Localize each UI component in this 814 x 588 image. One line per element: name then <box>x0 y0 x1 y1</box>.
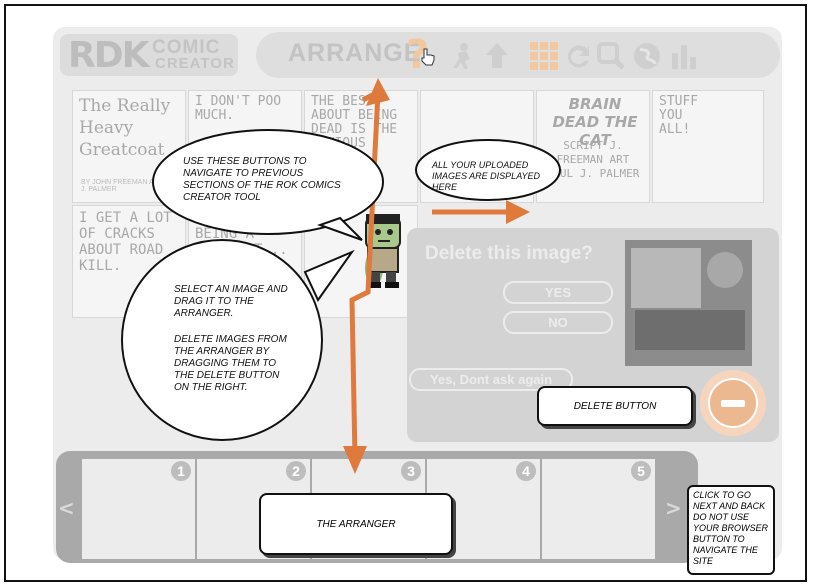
delete-button-label: DELETE BUTTON <box>537 386 693 426</box>
drag-callout-tail <box>303 249 355 302</box>
uploads-callout-text: ALL YOUR UPLOADED IMAGES ARE DISPLAYED H… <box>432 160 541 192</box>
arrow-down-head <box>343 446 367 474</box>
arranger-label: THE ARRANGER <box>259 493 453 555</box>
drag-callout-text: SELECT AN IMAGE AND DRAG IT TO THE ARRAN… <box>174 284 288 319</box>
arrow-vertical <box>349 87 381 459</box>
next-back-callout: CLICK TO GO NEXT AND BACK DO NOT USE YOU… <box>687 485 775 575</box>
arrow-up-head <box>366 78 390 106</box>
delete-callout-text: DELETE IMAGES FROM THE ARRANGER BY DRAGG… <box>174 334 287 393</box>
nav-callout-text: USE THESE BUTTONS TO NAVIGATE TO PREVIOU… <box>183 156 341 203</box>
arrow-right-head <box>506 200 530 224</box>
